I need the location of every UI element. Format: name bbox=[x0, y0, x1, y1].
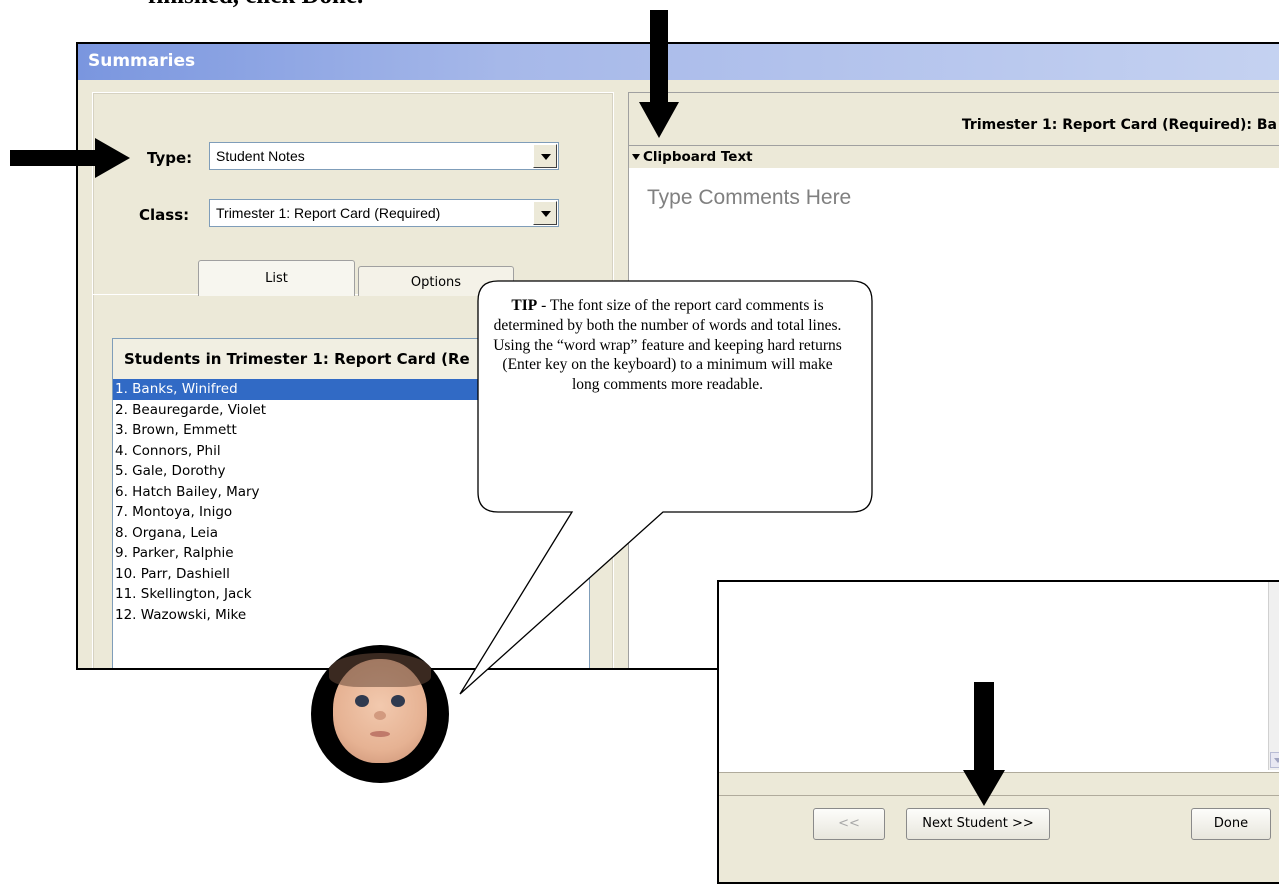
tip-text: TIP - The font size of the report card c… bbox=[490, 296, 845, 395]
arrow-down-icon bbox=[639, 10, 679, 138]
arrow-down-icon bbox=[963, 682, 1005, 806]
tip-bold: TIP bbox=[511, 297, 538, 314]
left-eye bbox=[355, 695, 369, 707]
avatar bbox=[311, 645, 449, 783]
baby-mouth bbox=[370, 731, 390, 737]
baby-hair bbox=[329, 653, 431, 687]
tip-body: - The font size of the report card comme… bbox=[493, 297, 842, 394]
right-eye bbox=[391, 695, 405, 707]
baby-nose bbox=[374, 711, 386, 720]
arrow-right-icon bbox=[10, 138, 130, 178]
